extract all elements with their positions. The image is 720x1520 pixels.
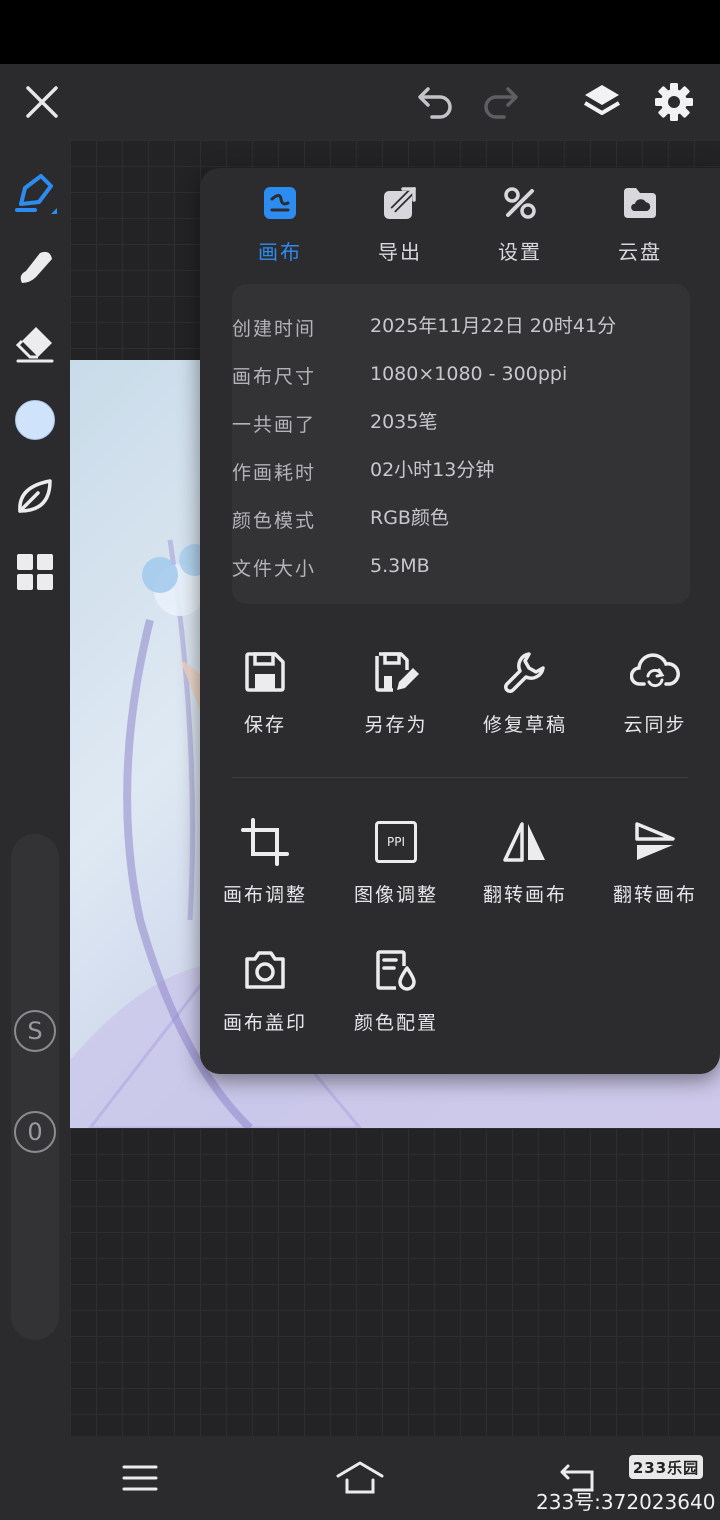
color-swatch[interactable]: [9, 394, 61, 446]
smudge-brush-icon[interactable]: [9, 242, 61, 294]
tab-settings[interactable]: 设置: [470, 186, 570, 278]
info-value: 02小时13分钟: [370, 459, 495, 481]
image-adjust-label: 图像调整: [353, 884, 438, 906]
save-icon: [245, 652, 285, 692]
info-value: 5.3MB: [370, 555, 430, 577]
canvas-menu-panel: 画布 导出 设置 云盘 创建时间 2025年11月22日 20时41分 画布尺寸…: [200, 168, 720, 1074]
tab-settings-label: 设置: [498, 240, 542, 264]
watermark-badge: 233乐园: [629, 1455, 703, 1479]
save-as-button[interactable]: 另存为: [337, 644, 455, 754]
tools-icon: [504, 187, 536, 219]
cloud-folder-icon: [624, 188, 656, 218]
tab-canvas[interactable]: 画布: [230, 186, 330, 278]
opacity-slider-label[interactable]: 0: [14, 1111, 56, 1153]
info-key: 一共画了: [232, 414, 317, 436]
top-toolbar: [0, 64, 720, 140]
undo-icon[interactable]: [410, 76, 462, 128]
watermark-text: 233号:372023640: [536, 1490, 716, 1514]
tab-export-label: 导出: [378, 240, 422, 264]
crop-icon: [241, 818, 289, 866]
image-adjust-button[interactable]: PPI 图像调整: [337, 814, 455, 924]
pen-tool-icon[interactable]: [9, 166, 61, 218]
cloud-sync-button[interactable]: 云同步: [596, 644, 714, 754]
info-value: RGB颜色: [370, 507, 449, 529]
flip-horizontal-icon: [503, 822, 545, 862]
redo-icon[interactable]: [474, 76, 526, 128]
camera-stamp-icon: [245, 951, 285, 989]
menu-icon[interactable]: [110, 1454, 170, 1502]
canvas-adjust-button[interactable]: 画布调整: [206, 814, 324, 924]
flip-canvas-horizontal-button[interactable]: 翻转画布: [466, 814, 584, 924]
color-profile-label: 颜色配置: [353, 1012, 438, 1034]
ppi-icon: PPI: [375, 821, 417, 863]
cloud-sync-icon: [630, 653, 680, 688]
canvas-stamp-button[interactable]: 画布盖印: [206, 942, 324, 1052]
color-profile-button[interactable]: 颜色配置: [337, 942, 455, 1052]
layers-icon[interactable]: [576, 76, 628, 128]
wrench-icon: [504, 652, 545, 693]
info-key: 文件大小: [232, 558, 317, 580]
tab-cloud-drive[interactable]: 云盘: [590, 186, 690, 278]
tab-canvas-label: 画布: [258, 240, 302, 264]
info-key: 画布尺寸: [232, 366, 317, 388]
canvas-adjust-label: 画布调整: [222, 884, 307, 906]
tab-export[interactable]: 导出: [350, 186, 450, 278]
info-key: 创建时间: [232, 318, 317, 340]
grid-menu-icon[interactable]: [9, 546, 61, 598]
info-value: 2025年11月22日 20时41分: [370, 315, 617, 337]
canvas-icon: [264, 187, 296, 219]
brush-slider-track[interactable]: [11, 834, 59, 1340]
cloud-sync-label: 云同步: [623, 714, 687, 736]
home-icon[interactable]: [330, 1454, 390, 1502]
flip-canvas-vertical-label: 翻转画布: [612, 884, 697, 906]
color-profile-icon: [376, 950, 416, 991]
save-as-icon: [375, 652, 419, 692]
save-button[interactable]: 保存: [206, 644, 324, 754]
canvas-stamp-label: 画布盖印: [222, 1012, 307, 1034]
flip-vertical-icon: [635, 822, 675, 860]
info-key: 颜色模式: [232, 510, 317, 532]
leaf-brush-icon[interactable]: [9, 470, 61, 522]
size-slider-label[interactable]: S: [14, 1010, 56, 1052]
flip-canvas-horizontal-label: 翻转画布: [482, 884, 567, 906]
info-value: 1080×1080 - 300ppi: [370, 363, 568, 385]
tab-cloud-drive-label: 云盘: [618, 240, 662, 264]
flip-canvas-vertical-button[interactable]: 翻转画布: [596, 814, 714, 924]
save-label: 保存: [243, 714, 286, 736]
status-bar: [0, 0, 720, 64]
repair-draft-label: 修复草稿: [482, 714, 567, 736]
close-icon[interactable]: [16, 76, 68, 128]
info-key: 作画耗时: [232, 462, 317, 484]
repair-draft-button[interactable]: 修复草稿: [466, 644, 584, 754]
info-value: 2035笔: [370, 411, 438, 433]
export-icon: [384, 186, 417, 219]
settings-gear-icon[interactable]: [648, 76, 700, 128]
eraser-icon[interactable]: [9, 318, 61, 370]
save-as-label: 另存为: [364, 714, 428, 736]
divider: [232, 777, 688, 778]
